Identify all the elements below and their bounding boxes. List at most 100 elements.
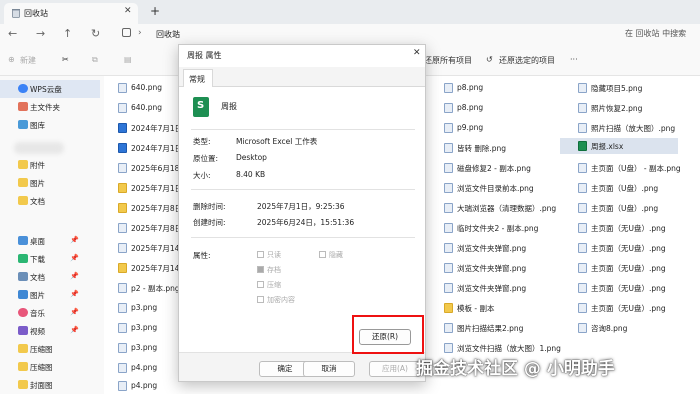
refresh-icon[interactable]: ↻ [91,27,100,40]
file-name: p9.png [457,123,484,132]
image-file-icon [444,83,453,93]
search-input[interactable]: 在 回收站 中搜索 [625,28,686,39]
annotation-highlight-box [352,315,424,354]
restore-selected-button[interactable]: 还原选定的项目 [499,55,555,66]
file-name: 周报.xlsx [591,142,624,151]
file-name: p4.png [131,363,158,372]
file-name: p8.png [457,83,484,92]
close-icon[interactable]: ✕ [413,48,421,58]
compress-checkbox[interactable]: 压缩 [257,280,281,290]
file-name: 磁盘修复2 - 副本.png [457,164,531,173]
sidebar-item-home[interactable]: 主文件夹 [0,98,100,116]
file-name: p4.png [131,381,158,390]
file-name: 咨询8.png [591,324,628,333]
sidebar-item-compressed-1[interactable]: 压缩图 [0,340,100,358]
cancel-button[interactable]: 取消 [303,361,355,377]
video-icon [18,326,28,335]
checkbox-label: 压缩 [267,281,281,289]
new-tab-icon[interactable]: + [150,4,160,18]
pin-icon[interactable]: 📌 [70,272,79,280]
file-name: p3.png [131,343,158,352]
sidebar-item-documents-cloud[interactable]: 文档 [0,192,100,210]
archive-checkbox[interactable]: 存档 [257,265,281,275]
image-file-icon [444,203,453,213]
file-name: 主页面（无U盘）.png [591,224,666,233]
excel-file-icon [193,97,209,117]
file-name: p3.png [131,323,158,332]
folder-icon [118,203,127,213]
folder-icon [18,196,28,205]
image-file-icon [118,323,127,333]
image-file-icon [118,283,127,293]
sidebar-item-attachments[interactable]: 附件 [0,156,100,174]
gallery-icon [18,120,28,129]
sidebar-item-label: 下载 [30,255,45,264]
image-file-icon [118,243,127,253]
sidebar-item-documents[interactable]: 文档 📌 [0,268,100,286]
encrypt-checkbox[interactable]: 加密内容 [257,295,295,305]
sidebar-item-label: 文档 [30,197,45,206]
copy-icon[interactable]: ⧉ [92,55,98,65]
sidebar-item-label: 音乐 [30,309,45,318]
image-file-icon [118,363,127,373]
checkbox-label: 存档 [267,266,281,274]
forward-arrow-icon[interactable]: → [36,27,45,40]
sidebar-item-covers[interactable]: 封面图 [0,376,100,394]
cut-icon[interactable]: ✂ [62,55,69,64]
folder-icon [18,178,28,187]
sidebar-item-compressed-2[interactable]: 压缩图 [0,358,100,376]
pin-icon[interactable]: 📌 [70,326,79,334]
new-button[interactable]: 新建 [20,55,36,66]
tab-recycle-bin[interactable]: 回收站 ✕ [4,3,138,24]
address-bar: ← → ↑ ↻ › 回收站 › [0,24,700,44]
watermark: 掘金技术社区 @ 小明助手 [416,359,615,379]
image-file-icon [444,343,453,353]
back-arrow-icon[interactable]: ← [8,27,17,40]
image-file-icon [118,381,127,391]
tab-label: 回收站 [24,9,48,18]
close-tab-icon[interactable]: ✕ [124,6,132,16]
sidebar-item-gallery[interactable]: 图库 [0,116,100,134]
folder-icon [18,344,28,353]
image-file-icon [578,123,587,133]
word-file-icon [118,123,127,133]
sidebar-item-label: 图片 [30,179,45,188]
sidebar-item-downloads[interactable]: 下载 📌 [0,250,100,268]
image-file-icon [444,283,453,293]
hidden-checkbox[interactable]: 隐藏 [319,250,343,260]
pin-icon[interactable]: 📌 [70,308,79,316]
readonly-checkbox[interactable]: 只读 [257,250,281,260]
apply-button[interactable]: 应用(A) [369,361,421,377]
sidebar-item-pictures-cloud[interactable]: 图片 [0,174,100,192]
paste-icon[interactable]: ▤ [124,55,132,64]
sidebar-item-pictures[interactable]: 图片 📌 [0,286,100,304]
up-arrow-icon[interactable]: ↑ [63,27,72,40]
sidebar-item-videos[interactable]: 视频 📌 [0,322,100,340]
image-file-icon [578,263,587,273]
sidebar-item-label: 主文件夹 [30,103,60,112]
sidebar-item-desktop[interactable]: 桌面 📌 [0,232,100,250]
breadcrumb[interactable]: › 回收站 › [118,28,566,42]
pin-icon[interactable]: 📌 [70,236,79,244]
sidebar-item-wps-cloud[interactable]: WPS云盘 [0,80,100,98]
pin-icon[interactable]: 📌 [70,254,79,262]
sidebar-item-label: 附件 [30,161,45,170]
dialog-tabs: 常规 [179,67,425,87]
image-file-icon [444,143,453,153]
checkbox-label: 隐藏 [329,251,343,259]
file-name: 主页面（无U盘）.png [591,264,666,273]
file-name: 主页面（无U盘）.png [591,304,666,313]
image-file-icon [118,163,127,173]
file-name: 浏览文件目录前本.png [457,184,534,193]
deleted-value: 2025年7月1日，9:25:36 [257,202,345,211]
pin-icon[interactable]: 📌 [70,290,79,298]
sidebar-item-label: 封面图 [30,381,53,390]
file-name: 主页面（U盘）.png [591,184,659,193]
more-options-button[interactable]: ··· [570,55,578,64]
file-name: 640.png [131,83,162,92]
restore-all-button[interactable]: 还原所有项目 [424,55,472,66]
tab-general[interactable]: 常规 [183,69,213,87]
image-file-icon [444,243,453,253]
image-file-icon [118,303,127,313]
sidebar-item-music[interactable]: 音乐 📌 [0,304,100,322]
